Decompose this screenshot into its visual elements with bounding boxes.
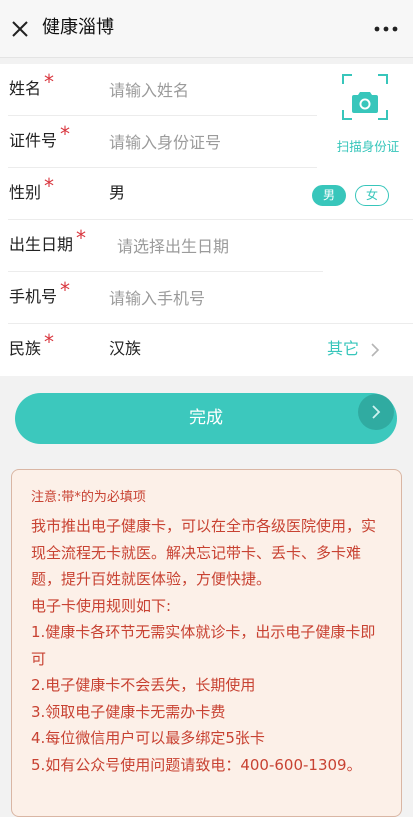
required-mark: * [60, 278, 70, 302]
scan-id-label: 扫描身份证 [336, 139, 400, 154]
ethnicity-row: 民族 * 汉族 其它 [0, 324, 413, 376]
notice-rule: 3.领取电子健康卡无需办卡费 [31, 702, 226, 721]
gender-row: 性别 * 男 男 女 [0, 168, 413, 220]
phone-label: 手机号 [9, 287, 58, 306]
phone-row: 手机号 * [0, 272, 413, 324]
page-title: 健康淄博 [42, 17, 114, 38]
ethnicity-value: 汉族 [109, 339, 142, 358]
more-icon[interactable] [373, 19, 399, 39]
notice-rule: 1.健康卡各环节无需实体就诊卡，出示电子健康卡即可 [31, 623, 376, 668]
notice-rules-heading: 电子卡使用规则如下: [31, 596, 172, 615]
notice-rule: 5.如有公众号使用问题请致电：400-600-1309。 [31, 755, 362, 774]
floating-arrow-button[interactable] [358, 394, 394, 430]
registration-form: 姓名 * 证件号 * 扫描身份证 性别 * 男 男 女 [0, 64, 413, 376]
top-bar: 健康淄博 [0, 0, 413, 58]
notice-title: 注意:带*的为必填项 [31, 490, 146, 505]
gender-label: 性别 [9, 183, 42, 202]
required-mark: * [60, 122, 70, 146]
name-input[interactable] [109, 77, 319, 103]
gender-value: 男 [109, 183, 126, 202]
required-mark: * [44, 174, 54, 198]
birthdate-label: 出生日期 [9, 235, 74, 254]
birthdate-picker[interactable] [117, 233, 357, 259]
notice-box: 注意:带*的为必填项 我市推出电子健康卡，可以在全市各级医院使用，实现全流程无卡… [11, 469, 402, 817]
birthdate-row[interactable]: 出生日期 * [0, 220, 413, 272]
close-icon[interactable] [10, 19, 30, 39]
required-mark: * [76, 226, 86, 250]
notice-rule: 2.电子健康卡不会丢失，长期使用 [31, 676, 256, 694]
notice-rule: 4.每位微信用户可以最多绑定5张卡 [31, 729, 265, 747]
gender-female-button[interactable]: 女 [355, 185, 389, 206]
ethnicity-label: 民族 [9, 339, 42, 358]
scan-id-button[interactable]: 扫描身份证 [330, 72, 404, 166]
name-label: 姓名 [9, 79, 42, 98]
phone-input[interactable] [109, 285, 349, 311]
required-mark: * [44, 70, 54, 94]
notice-intro: 我市推出电子健康卡，可以在全市各级医院使用，实现全流程无卡就医。解决忘记带卡、丢… [31, 517, 377, 588]
camera-icon [352, 92, 378, 113]
gender-male-button[interactable]: 男 [312, 185, 346, 206]
ethnicity-other-link[interactable]: 其它 [327, 337, 359, 361]
complete-button[interactable]: 完成 [15, 393, 397, 444]
required-mark: * [44, 330, 54, 354]
id-number-label: 证件号 [9, 131, 58, 150]
id-number-input[interactable] [109, 129, 319, 155]
chevron-right-icon [372, 405, 381, 419]
chevron-right-icon [371, 343, 380, 357]
